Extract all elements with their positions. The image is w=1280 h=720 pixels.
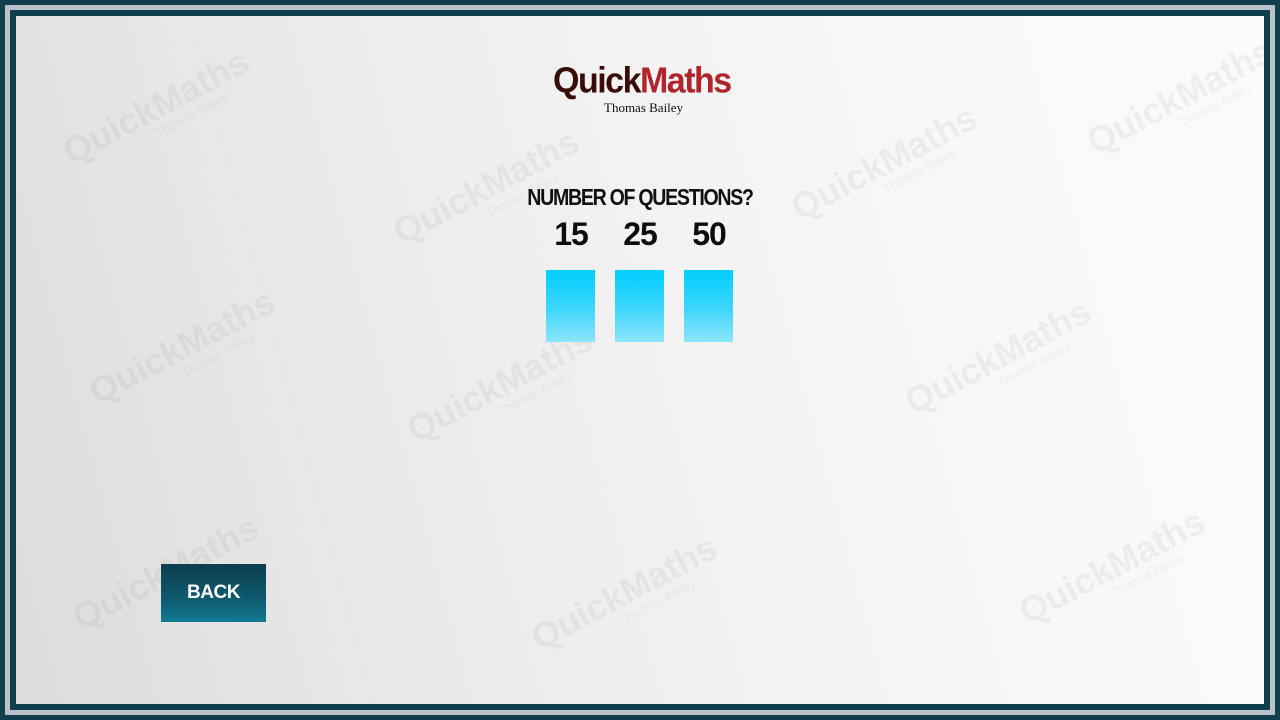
watermark-logo: QuickMathsThomas Bailey (1012, 500, 1212, 633)
app-logo: QuickMaths (553, 61, 733, 102)
menu-canvas: QuickMaths Thomas Bailey QuickMaths Thomas… (16, 16, 1264, 704)
watermark-logo: QuickMathsThomas Bailey (784, 96, 984, 229)
watermark-logo: QuickMathsThomas Bailey (82, 280, 282, 413)
question-title: NUMBER OF QUESTIONS? (527, 184, 754, 210)
watermark-logo: QuickMathsThomas Bailey (1080, 30, 1264, 163)
option-label-15: 15 (554, 216, 589, 252)
author-credit: Thomas Bailey (604, 100, 684, 115)
option-25-button[interactable] (615, 270, 664, 342)
watermark-logo: QuickMathsThomas Bailey (56, 40, 256, 173)
option-50-button[interactable] (684, 270, 733, 342)
logo-maths-text: Maths (639, 61, 732, 101)
option-label-25: 25 (623, 216, 658, 252)
watermark-logo: QuickMathsThomas Bailey (898, 290, 1098, 423)
back-button[interactable]: BACK (161, 564, 266, 622)
watermark-logo: QuickMathsThomas Bailey (524, 526, 724, 659)
option-label-50: 50 (692, 216, 727, 252)
option-15-button[interactable] (546, 270, 595, 342)
logo-quick-text: Quick (553, 61, 641, 101)
logo-title: QuickMaths (553, 61, 733, 102)
